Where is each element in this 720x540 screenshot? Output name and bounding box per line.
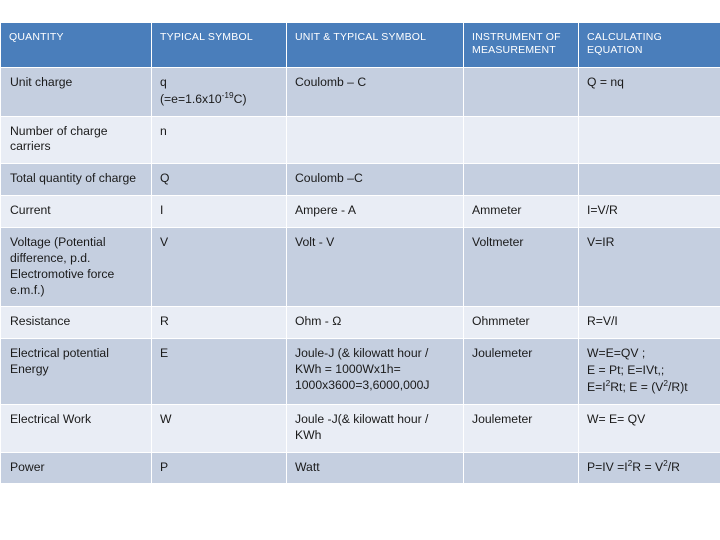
cell-unit: Ohm - Ω — [287, 307, 463, 339]
cell-equation: I=V/R — [579, 196, 720, 228]
cell-quantity: Power — [1, 452, 151, 484]
power-equation-part-a: P=IV =I — [587, 459, 628, 474]
cell-instrument: Joulemeter — [464, 339, 578, 404]
cell-equation: W=E=QV ; E = Pt; E=IVt,; E=I2Rt; E = (V2… — [579, 339, 720, 404]
equation-line-2: E = Pt; E=IVt,; — [587, 363, 665, 378]
cell-quantity: Resistance — [1, 307, 151, 339]
table-row: Voltage (Potential difference, p.d. Elec… — [1, 228, 720, 307]
cell-instrument: Joulemeter — [464, 404, 578, 452]
column-header-quantity: QUANTITY — [1, 23, 151, 67]
cell-symbol: R — [152, 307, 286, 339]
cell-unit: Watt — [287, 452, 463, 484]
cell-symbol: n — [152, 116, 286, 164]
symbol-secondary-prefix: (=e=1.6x10 — [160, 91, 222, 106]
cell-unit: Joule-J (& kilowatt hour / KWh = 1000Wx1… — [287, 339, 463, 404]
cell-unit: Joule -J(& kilowatt hour / KWh — [287, 404, 463, 452]
equation-line-1: W=E=QV ; — [587, 346, 646, 361]
cell-symbol: W — [152, 404, 286, 452]
column-header-unit-and-typical-symbol: UNIT & TYPICAL SYMBOL — [287, 23, 463, 67]
table-row: Power P Watt P=IV =I2R = V2/R — [1, 452, 720, 484]
cell-quantity: Electrical Work — [1, 404, 151, 452]
cell-equation: W= E= QV — [579, 404, 720, 452]
table-row: Total quantity of charge Q Coulomb –C — [1, 164, 720, 196]
symbol-secondary-exponent: -19 — [221, 89, 234, 100]
cell-instrument: Ohmmeter — [464, 307, 578, 339]
cell-symbol: V — [152, 228, 286, 307]
power-equation-part-b: R = V — [632, 459, 664, 474]
table-row: Electrical Work W Joule -J(& kilowatt ho… — [1, 404, 720, 452]
cell-symbol: E — [152, 339, 286, 404]
cell-instrument — [464, 67, 578, 116]
symbol-secondary: (=e=1.6x10-19C) — [160, 89, 278, 108]
symbol-primary: q — [160, 74, 167, 89]
cell-quantity: Total quantity of charge — [1, 164, 151, 196]
cell-symbol: I — [152, 196, 286, 228]
table-row: Unit charge q (=e=1.6x10-19C) Coulomb – … — [1, 67, 720, 116]
cell-unit: Coulomb –C — [287, 164, 463, 196]
table-row: Number of charge carriers n — [1, 116, 720, 164]
cell-equation: R=V/I — [579, 307, 720, 339]
cell-instrument: Voltmeter — [464, 228, 578, 307]
table-row: Resistance R Ohm - Ω Ohmmeter R=V/I — [1, 307, 720, 339]
cell-equation — [579, 116, 720, 164]
column-header-typical-symbol: TYPICAL SYMBOL — [152, 23, 286, 67]
equation-line-3: E=I2Rt; E = (V2/R)t — [587, 379, 714, 396]
cell-instrument: Ammeter — [464, 196, 578, 228]
table-header-row: QUANTITY TYPICAL SYMBOL UNIT & TYPICAL S… — [1, 23, 720, 67]
cell-instrument — [464, 116, 578, 164]
table-row: Electrical potential Energy E Joule-J (&… — [1, 339, 720, 404]
table-body: Unit charge q (=e=1.6x10-19C) Coulomb – … — [1, 67, 720, 484]
cell-quantity: Number of charge carriers — [1, 116, 151, 164]
cell-equation: V=IR — [579, 228, 720, 307]
cell-equation — [579, 164, 720, 196]
equation-line-3-part-c: /R)t — [668, 380, 688, 395]
cell-equation: Q = nq — [579, 67, 720, 116]
electricity-quantities-table: QUANTITY TYPICAL SYMBOL UNIT & TYPICAL S… — [0, 22, 720, 485]
cell-quantity: Voltage (Potential difference, p.d. Elec… — [1, 228, 151, 307]
cell-quantity: Current — [1, 196, 151, 228]
column-header-instrument-of-measurement: INSTRUMENT OF MEASUREMENT — [464, 23, 578, 67]
cell-unit: Ampere - A — [287, 196, 463, 228]
cell-unit — [287, 116, 463, 164]
table-header: QUANTITY TYPICAL SYMBOL UNIT & TYPICAL S… — [1, 23, 720, 67]
cell-quantity: Electrical potential Energy — [1, 339, 151, 404]
symbol-secondary-suffix: C) — [233, 91, 247, 106]
equation-line-3-part-b: Rt; E = (V — [610, 380, 664, 395]
cell-instrument — [464, 164, 578, 196]
power-equation-part-c: /R — [667, 459, 680, 474]
cell-unit: Coulomb – C — [287, 67, 463, 116]
slide-canvas: QUANTITY TYPICAL SYMBOL UNIT & TYPICAL S… — [0, 0, 720, 540]
equation-line-3-part-a: E=I — [587, 380, 606, 395]
cell-symbol: Q — [152, 164, 286, 196]
table-row: Current I Ampere - A Ammeter I=V/R — [1, 196, 720, 228]
cell-symbol: q (=e=1.6x10-19C) — [152, 67, 286, 116]
cell-unit: Volt - V — [287, 228, 463, 307]
cell-instrument — [464, 452, 578, 484]
column-header-calculating-equation: CALCULATING EQUATION — [579, 23, 720, 67]
cell-equation: P=IV =I2R = V2/R — [579, 452, 720, 484]
cell-symbol: P — [152, 452, 286, 484]
cell-quantity: Unit charge — [1, 67, 151, 116]
